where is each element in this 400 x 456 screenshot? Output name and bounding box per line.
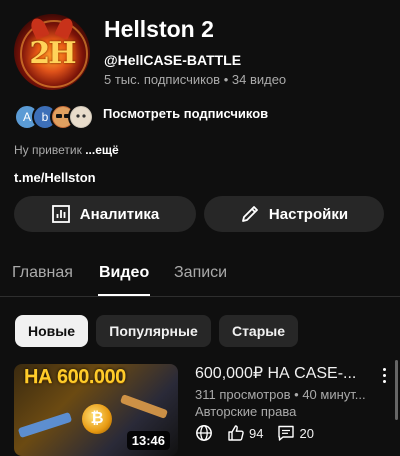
weapon-skin-image (119, 394, 169, 419)
scrollbar[interactable] (395, 360, 398, 420)
filter-chip-new[interactable]: Новые (15, 315, 88, 347)
comment-count: 20 (299, 425, 314, 441)
view-subscribers-link[interactable]: Посмотреть подписчиков (103, 106, 268, 121)
settings-button-label: Настройки (268, 205, 349, 223)
description-more-link[interactable]: ...ещё (85, 143, 118, 157)
bitcoin-coin-icon: ₿ (82, 404, 112, 434)
settings-button[interactable]: Настройки (204, 196, 384, 232)
video-thumbnail[interactable]: НА 600.000 ₿ 13:46 (14, 364, 178, 456)
comment-icon (278, 425, 295, 441)
more-dot-icon (382, 379, 386, 383)
video-more-button[interactable] (377, 364, 391, 386)
subscriber-avatar (68, 104, 94, 130)
filter-chip-old[interactable]: Старые (219, 315, 298, 347)
channel-avatar[interactable]: 2H (14, 14, 90, 90)
analytics-button[interactable]: Аналитика (14, 196, 196, 232)
analytics-chart-icon (51, 205, 70, 223)
channel-link[interactable]: t.me/Hellston (14, 170, 96, 185)
tab-videos[interactable]: Видео (99, 264, 149, 282)
like-icon (228, 425, 244, 441)
analytics-button-label: Аналитика (79, 205, 160, 223)
subscriber-avatars[interactable]: A b (14, 104, 94, 130)
video-license: Авторские права (195, 404, 297, 419)
video-title[interactable]: 600,000₽ НА CASE-... (195, 363, 356, 383)
channel-title: Hellston 2 (104, 16, 214, 42)
video-stats-row: 94 20 (195, 423, 314, 443)
tab-posts[interactable]: Записи (174, 264, 227, 282)
filter-chip-popular[interactable]: Популярные (96, 315, 211, 347)
cartoon-avatar-icon (71, 107, 91, 127)
active-tab-indicator (98, 294, 150, 296)
more-dot-icon (382, 373, 386, 377)
video-meta: 311 просмотров • 40 минут... (195, 387, 366, 402)
more-dot-icon (382, 367, 386, 371)
description-text: Ну приветик (14, 143, 86, 157)
demon-logo-icon: 2H (29, 36, 76, 71)
pencil-icon (242, 206, 258, 222)
tab-home[interactable]: Главная (12, 264, 73, 282)
video-duration: 13:46 (126, 431, 170, 450)
channel-tabs: Главная Видео Записи (0, 256, 400, 297)
thumbnail-headline: НА 600.000 (24, 366, 126, 388)
channel-description[interactable]: Ну приветик ...ещё (14, 143, 119, 157)
channel-stats: 5 тыс. подписчиков • 34 видео (104, 72, 287, 87)
weapon-skin-image (17, 411, 73, 439)
globe-icon (196, 425, 212, 441)
channel-handle: @HellCASE-BATTLE (104, 52, 242, 68)
like-count: 94 (249, 425, 264, 441)
